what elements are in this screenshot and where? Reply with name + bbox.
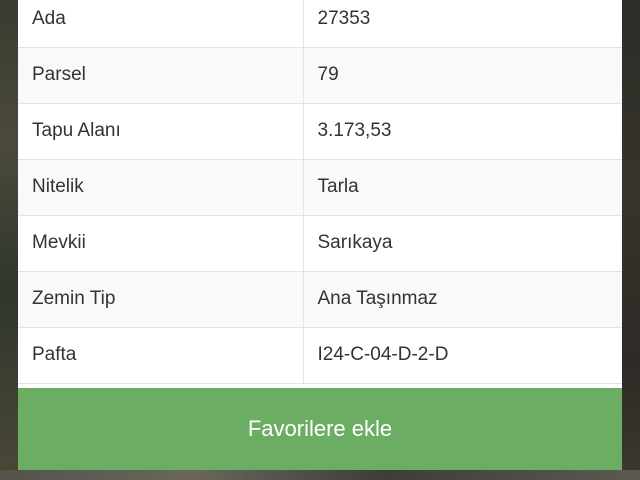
parcel-info-panel: Ada 27353 Parsel 79 Tapu Alanı 3.173,53 … [18,0,622,470]
table-row-pafta: Pafta I24-C-04-D-2-D [18,327,622,384]
row-value: Tarla [303,159,622,216]
row-value: 27353 [303,0,622,48]
row-label: Pafta [18,327,304,384]
row-value: Ana Taşınmaz [303,271,622,328]
map-edge-right [622,0,640,480]
row-label: Ada [18,0,304,48]
table-row-ada: Ada 27353 [18,0,622,48]
add-to-favorites-button[interactable]: Favorilere ekle [18,388,622,470]
row-value: 79 [303,47,622,104]
table-row-tapu-alani: Tapu Alanı 3.173,53 [18,103,622,160]
table-row-parsel: Parsel 79 [18,47,622,104]
row-value: 3.173,53 [303,103,622,160]
row-label: Parsel [18,47,304,104]
table-row-zemin-tip: Zemin Tip Ana Taşınmaz [18,271,622,328]
row-label: Zemin Tip [18,271,304,328]
row-label: Tapu Alanı [18,103,304,160]
map-edge-left [0,0,18,480]
parcel-details-table: Ada 27353 Parsel 79 Tapu Alanı 3.173,53 … [18,0,622,384]
map-edge-bottom [0,470,640,480]
row-label: Mevkii [18,215,304,272]
row-value: I24-C-04-D-2-D [303,327,622,384]
table-row-nitelik: Nitelik Tarla [18,159,622,216]
row-label: Nitelik [18,159,304,216]
row-value: Sarıkaya [303,215,622,272]
table-row-mevkii: Mevkii Sarıkaya [18,215,622,272]
